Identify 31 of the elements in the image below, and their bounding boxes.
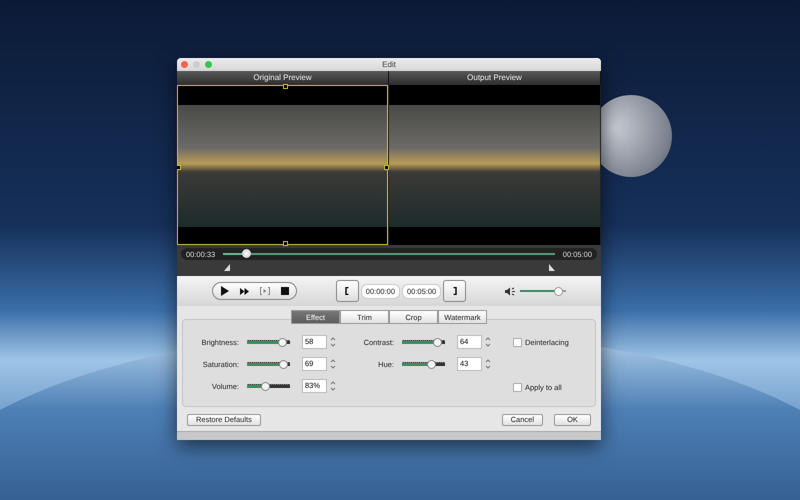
adjustment-slider[interactable] — [247, 384, 290, 388]
start-marker-icon[interactable] — [224, 264, 230, 271]
adjustment-slider[interactable] — [402, 340, 445, 344]
slider-thumb[interactable] — [278, 338, 287, 347]
adjustment-slider[interactable] — [247, 340, 290, 344]
stepper-icon[interactable] — [330, 336, 336, 348]
set-end-button[interactable] — [443, 280, 466, 302]
slider-thumb[interactable] — [433, 338, 442, 347]
window-title: Edit — [382, 60, 396, 69]
stepper-icon[interactable] — [330, 358, 336, 370]
crop-frame[interactable] — [177, 85, 388, 245]
speaker-icon — [505, 286, 516, 296]
play-icon[interactable] — [220, 286, 229, 296]
stepper-icon[interactable] — [485, 358, 491, 370]
slider-thumb[interactable] — [261, 382, 270, 391]
timeline-thumb[interactable] — [242, 249, 252, 258]
set-start-button[interactable] — [336, 280, 359, 302]
stepper-icon[interactable] — [485, 336, 491, 348]
slider-thumb[interactable] — [427, 360, 436, 369]
step-frame-icon[interactable] — [260, 287, 270, 295]
checkbox[interactable] — [513, 383, 522, 392]
checkbox[interactable] — [513, 338, 522, 347]
stepper-icon[interactable] — [330, 380, 336, 392]
bracket-icon — [345, 287, 350, 295]
end-marker-icon[interactable] — [549, 264, 555, 271]
volume-thumb[interactable] — [554, 286, 564, 296]
slider-thumb[interactable] — [279, 360, 288, 369]
fast-forward-icon[interactable] — [240, 288, 249, 294]
bracket-icon — [452, 287, 457, 295]
adjustment-slider[interactable] — [247, 362, 290, 366]
adjustment-slider[interactable] — [402, 362, 445, 366]
